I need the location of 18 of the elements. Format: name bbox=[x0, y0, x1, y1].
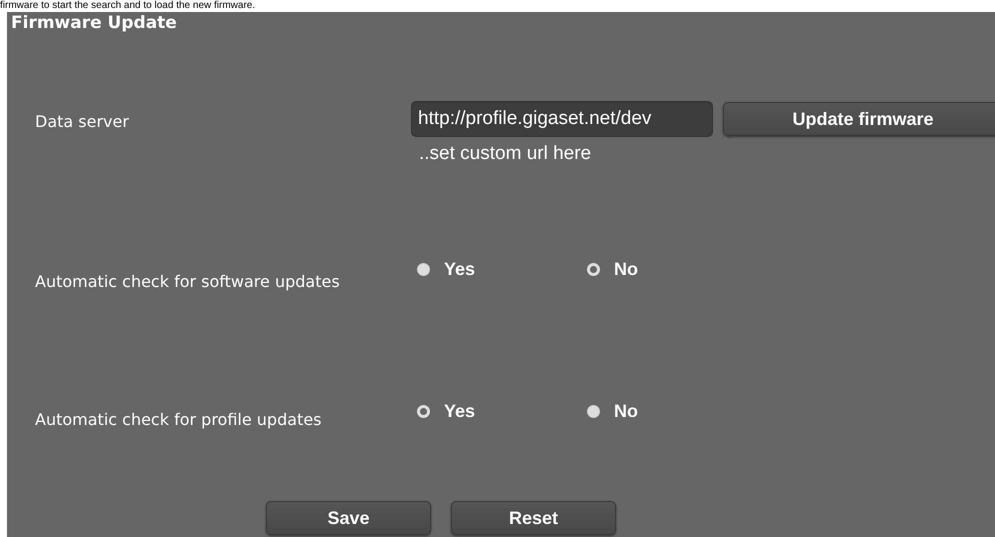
panel-title: Firmware Update bbox=[10, 13, 178, 35]
radio-button[interactable] bbox=[587, 263, 600, 276]
save-button[interactable]: Save bbox=[266, 501, 431, 535]
url-field[interactable]: http://profile.gigaset.net/dev bbox=[411, 101, 713, 137]
reset-button[interactable]: Reset bbox=[451, 501, 616, 535]
radio-label: Yes bbox=[444, 259, 476, 280]
radio-label: No bbox=[614, 401, 638, 422]
radio-button[interactable] bbox=[417, 405, 430, 418]
intro-text: firmware to start the search and to load the new firmware. bbox=[0, 0, 256, 12]
radio-button[interactable] bbox=[417, 263, 430, 276]
option-label: Automatic check for profile updates bbox=[34, 409, 322, 431]
radio-label: Yes bbox=[444, 401, 476, 422]
radio-button[interactable] bbox=[587, 405, 600, 418]
radio-label: No bbox=[614, 259, 638, 280]
option-label: Automatic check for software updates bbox=[34, 271, 341, 293]
update-firmware-button[interactable]: Update firmware bbox=[723, 102, 995, 136]
hint-text: ..set custom url here bbox=[418, 143, 592, 165]
field-label: Data server bbox=[34, 111, 130, 133]
